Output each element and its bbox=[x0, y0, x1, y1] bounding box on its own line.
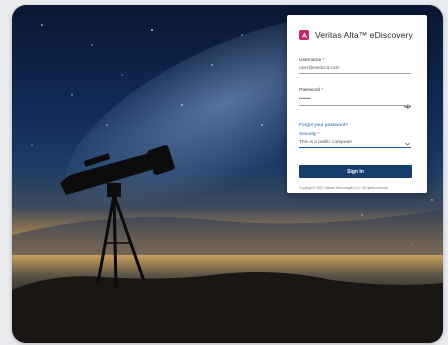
required-mark: * bbox=[317, 132, 320, 137]
hill bbox=[12, 271, 443, 343]
password-input[interactable]: ••••••• bbox=[299, 97, 311, 102]
username-input[interactable]: user@evidxcit.com bbox=[299, 66, 340, 71]
password-underline bbox=[299, 105, 411, 106]
required-mark: * bbox=[321, 88, 324, 93]
login-card: Veritas Alta™ eDiscovery Username * user… bbox=[287, 15, 427, 193]
security-label: Security * bbox=[299, 132, 320, 137]
veritas-logo-icon bbox=[299, 30, 309, 40]
password-label: Password * bbox=[299, 88, 323, 93]
security-select[interactable]: This is a public computer bbox=[299, 140, 352, 145]
security-underline bbox=[299, 147, 411, 148]
background-photo: Veritas Alta™ eDiscovery Username * user… bbox=[12, 5, 443, 343]
username-label-text: Username bbox=[299, 58, 322, 63]
username-label: Username * bbox=[299, 58, 324, 63]
username-underline bbox=[299, 73, 411, 74]
copyright-text: Copyright © 2021 Veritas Technologies LL… bbox=[299, 186, 389, 190]
forgot-password-link[interactable]: Forgot your password? bbox=[299, 123, 348, 128]
security-label-text: Security bbox=[299, 132, 317, 137]
required-mark: * bbox=[322, 58, 325, 63]
clouds bbox=[12, 210, 443, 255]
password-label-text: Password bbox=[299, 88, 321, 93]
brand-name: Veritas Alta™ eDiscovery bbox=[315, 30, 413, 40]
brand-row: Veritas Alta™ eDiscovery bbox=[299, 30, 413, 40]
sign-in-button[interactable]: Sign In bbox=[299, 165, 412, 178]
